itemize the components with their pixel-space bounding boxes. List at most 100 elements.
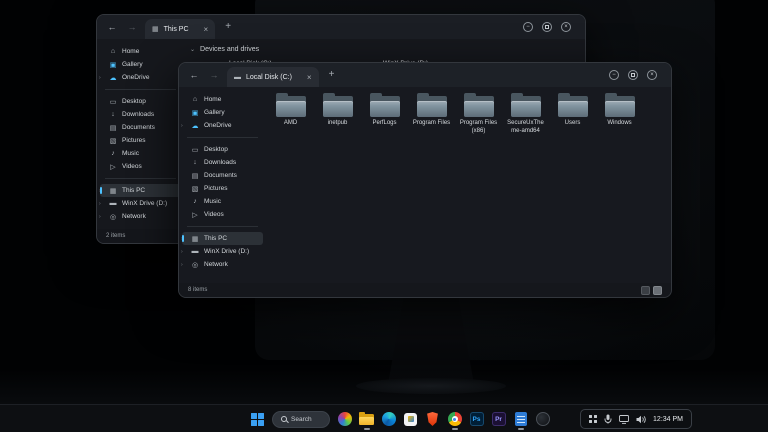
- titlebar[interactable]: ← → ▦ This PC × + − ×: [97, 15, 585, 39]
- sidebar-item-home[interactable]: ⌂ Home: [182, 93, 263, 106]
- start-button[interactable]: [250, 408, 265, 430]
- explorer-window-local-disk-c[interactable]: ← → ▬ Local Disk (C:) × + − × ⌂ Home: [178, 62, 672, 298]
- sidebar-item-music[interactable]: ♪ Music: [100, 147, 181, 160]
- sidebar-item-label: Videos: [122, 163, 142, 170]
- forward-icon[interactable]: →: [207, 63, 221, 87]
- minimize-button[interactable]: −: [523, 22, 533, 32]
- folder-name: AMD: [284, 120, 297, 128]
- videos-icon: ▷: [191, 211, 199, 219]
- new-tab-button[interactable]: +: [329, 63, 335, 87]
- expander-icon[interactable]: ›: [99, 201, 101, 207]
- file-explorer-icon: [359, 413, 374, 425]
- sidebar-item-gallery[interactable]: ▣ Gallery: [182, 106, 263, 119]
- sidebar-separator: [187, 226, 258, 227]
- sidebar-item-home[interactable]: ⌂ Home: [100, 45, 181, 58]
- sidebar-item-network[interactable]: › ◎ Network: [100, 210, 181, 223]
- search-icon: [281, 416, 287, 422]
- sidebar-item-documents[interactable]: ▤ Documents: [100, 121, 181, 134]
- tab-label: Local Disk (C:): [246, 74, 292, 81]
- hidden-icons-button[interactable]: [589, 415, 597, 423]
- folder-icon: [510, 93, 542, 118]
- folder-program-files-x86[interactable]: Program Files (x86): [458, 93, 499, 135]
- sidebar-item-downloads[interactable]: ↓ Downloads: [182, 156, 263, 169]
- new-tab-button[interactable]: +: [225, 15, 231, 39]
- sidebar-item-onedrive[interactable]: › ☁ OneDrive: [100, 71, 181, 84]
- sidebar-item-label: OneDrive: [204, 122, 231, 129]
- tab-local-disk-c[interactable]: ▬ Local Disk (C:) ×: [227, 67, 319, 87]
- expander-icon[interactable]: ›: [181, 236, 183, 242]
- close-tab-icon[interactable]: ×: [307, 73, 312, 82]
- this-pc-icon: ▦: [152, 25, 159, 33]
- this-pc-icon: ▦: [109, 187, 117, 195]
- photoshop-icon: Ps: [470, 412, 484, 426]
- microphone-icon[interactable]: [604, 414, 612, 424]
- this-pc-icon: ▦: [191, 235, 199, 243]
- display-icon[interactable]: [619, 415, 629, 424]
- chevron-down-icon[interactable]: ⌄: [190, 46, 195, 53]
- store-button[interactable]: [403, 408, 418, 430]
- sidebar-item-this-pc[interactable]: › ▦ This PC: [100, 184, 181, 197]
- photos-icon: [338, 412, 352, 426]
- expander-icon[interactable]: ›: [181, 123, 183, 129]
- back-icon[interactable]: ←: [105, 15, 119, 39]
- notes-app-button[interactable]: [513, 408, 528, 430]
- speaker-icon[interactable]: [636, 415, 646, 424]
- details-view-button[interactable]: [653, 286, 662, 295]
- sidebar-item-label: Music: [204, 198, 221, 205]
- close-button[interactable]: ×: [647, 70, 657, 80]
- expander-icon[interactable]: ›: [99, 75, 101, 81]
- sidebar-item-desktop[interactable]: ▭ Desktop: [100, 95, 181, 108]
- sidebar-item-pictures[interactable]: ▧ Pictures: [182, 182, 263, 195]
- expander-icon[interactable]: ›: [99, 214, 101, 220]
- sidebar-item-videos[interactable]: ▷ Videos: [182, 208, 263, 221]
- taskbar-search[interactable]: Search: [272, 411, 330, 428]
- sidebar-item-onedrive[interactable]: › ☁ OneDrive: [182, 119, 263, 132]
- edge-button[interactable]: [381, 408, 396, 430]
- back-icon[interactable]: ←: [187, 63, 201, 87]
- folder-name: PerfLogs: [372, 120, 396, 128]
- brave-button[interactable]: [425, 408, 440, 430]
- maximize-button[interactable]: [542, 22, 552, 32]
- close-button[interactable]: ×: [561, 22, 571, 32]
- sidebar-item-pictures[interactable]: ▧ Pictures: [100, 134, 181, 147]
- sidebar-item-this-pc[interactable]: › ▦ This PC: [182, 232, 263, 245]
- sidebar-item-gallery[interactable]: ▣ Gallery: [100, 58, 181, 71]
- close-tab-icon[interactable]: ×: [204, 25, 209, 34]
- titlebar[interactable]: ← → ▬ Local Disk (C:) × + − ×: [179, 63, 671, 87]
- sidebar-item-documents[interactable]: ▤ Documents: [182, 169, 263, 182]
- circular-app-button[interactable]: [535, 408, 550, 430]
- expander-icon[interactable]: ›: [181, 262, 183, 268]
- sidebar-item-network[interactable]: › ◎ Network: [182, 258, 263, 271]
- clock[interactable]: 12:34 PM: [653, 416, 683, 423]
- folder-amd[interactable]: AMD: [270, 93, 311, 135]
- folder-inetpub[interactable]: inetpub: [317, 93, 358, 135]
- file-explorer-button[interactable]: [359, 408, 374, 430]
- folder-program-files[interactable]: Program Files: [411, 93, 452, 135]
- sidebar-item-label: Music: [122, 150, 139, 157]
- expander-icon[interactable]: ›: [181, 249, 183, 255]
- minimize-button[interactable]: −: [609, 70, 619, 80]
- expander-icon[interactable]: ›: [99, 188, 101, 194]
- folder-perflogs[interactable]: PerfLogs: [364, 93, 405, 135]
- sidebar-item-music[interactable]: ♪ Music: [182, 195, 263, 208]
- maximize-button[interactable]: [628, 70, 638, 80]
- system-tray[interactable]: 12:34 PM: [580, 409, 692, 429]
- sidebar-item-downloads[interactable]: ↓ Downloads: [100, 108, 181, 121]
- sidebar-item-videos[interactable]: ▷ Videos: [100, 160, 181, 173]
- chrome-button[interactable]: [447, 408, 462, 430]
- tab-this-pc[interactable]: ▦ This PC ×: [145, 19, 215, 39]
- photoshop-button[interactable]: Ps: [469, 408, 484, 430]
- sidebar-separator: [187, 137, 258, 138]
- forward-icon[interactable]: →: [125, 15, 139, 39]
- folder-secureuxtheme-amd64[interactable]: SecureUxTheme-amd64: [505, 93, 546, 135]
- premiere-button[interactable]: Pr: [491, 408, 506, 430]
- large-icons-view-button[interactable]: [641, 286, 650, 295]
- photos-app-button[interactable]: [337, 408, 352, 430]
- drive-icon: ▬: [109, 200, 117, 207]
- devices-and-drives-section[interactable]: ⌄ Devices and drives: [184, 39, 585, 59]
- sidebar-item-desktop[interactable]: ▭ Desktop: [182, 143, 263, 156]
- sidebar-item-winx-drive[interactable]: › ▬ WinX Drive (D:): [182, 245, 263, 258]
- folder-users[interactable]: Users: [552, 93, 593, 135]
- folder-windows[interactable]: Windows: [599, 93, 640, 135]
- sidebar-item-winx-drive[interactable]: › ▬ WinX Drive (D:): [100, 197, 181, 210]
